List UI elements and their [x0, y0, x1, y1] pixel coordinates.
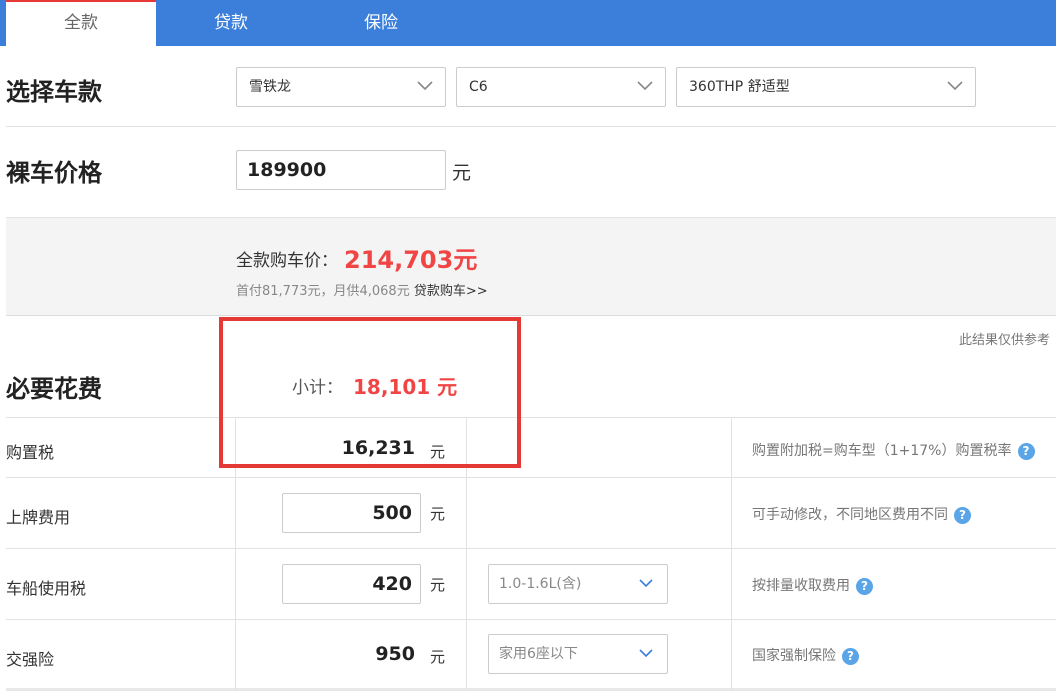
divider	[6, 619, 1056, 620]
loan-summary-text: 首付81,773元，月供4,068元	[236, 284, 410, 299]
compulsory-insurance-hint: 国家强制保险?	[752, 645, 859, 665]
column-divider	[235, 417, 236, 691]
vehicle-tax-hint-text: 按排量收取费用	[752, 578, 850, 594]
plate-fee-hint-text: 可手动修改，不同地区费用不同	[752, 507, 948, 523]
seat-count-select[interactable]: 家用6座以下	[488, 634, 668, 674]
tab-bar: 全款 贷款 保险	[0, 0, 1056, 46]
vehicle-tax-input[interactable]: 420	[282, 564, 421, 604]
bare-price-input[interactable]: 189900	[236, 150, 446, 190]
chevron-down-icon	[947, 81, 963, 91]
question-icon[interactable]: ?	[1017, 442, 1035, 460]
question-icon[interactable]: ?	[954, 506, 971, 524]
chevron-down-icon	[639, 649, 653, 658]
required-costs-title: 必要花费	[6, 375, 102, 403]
model-select-value: C6	[469, 79, 488, 95]
seat-count-value: 家用6座以下	[499, 646, 578, 662]
loan-summary: 首付81,773元，月供4,068元 贷款购车>>	[236, 280, 488, 299]
purchase-tax-value: 16,231	[341, 437, 415, 459]
tab-full-payment[interactable]: 全款	[6, 0, 156, 46]
divider	[6, 477, 1056, 478]
full-price-value: 214,703元	[344, 246, 478, 274]
divider	[6, 417, 1056, 418]
subtotal-label: 小计：	[292, 378, 343, 398]
model-select[interactable]: C6	[456, 67, 666, 107]
disclaimer-note: 此结果仅供参考	[958, 333, 1050, 348]
bare-price-unit: 元	[452, 162, 472, 184]
vehicle-tax-hint: 按排量收取费用?	[752, 575, 873, 595]
engine-displacement-select[interactable]: 1.0-1.6L(含)	[488, 564, 668, 604]
compulsory-insurance-value: 950	[375, 643, 415, 665]
chevron-down-icon	[639, 579, 653, 588]
select-car-title: 选择车款	[6, 78, 102, 106]
tab-loan[interactable]: 贷款	[156, 0, 306, 46]
full-price-label: 全款购车价：	[236, 251, 338, 271]
trim-select[interactable]: 360THP 舒适型	[676, 67, 976, 107]
bare-price-title: 裸车价格	[6, 159, 102, 187]
engine-displacement-value: 1.0-1.6L(含)	[499, 576, 582, 592]
brand-select[interactable]: 雪铁龙	[236, 67, 446, 107]
subtotal-value: 18,101 元	[353, 375, 458, 399]
compulsory-insurance-unit: 元	[430, 648, 446, 666]
plate-fee-hint: 可手动修改，不同地区费用不同?	[752, 504, 971, 524]
plate-fee-label: 上牌费用	[6, 508, 71, 527]
column-divider	[466, 417, 467, 691]
compulsory-insurance-hint-text: 国家强制保险	[752, 648, 836, 664]
purchase-tax-hint-text: 购置附加税=购车型（1+17%）购置税率	[752, 443, 1012, 459]
loan-purchase-link[interactable]: 贷款购车>>	[414, 284, 488, 299]
divider	[6, 126, 1056, 127]
divider	[6, 548, 1056, 549]
purchase-tax-label: 购置税	[6, 443, 55, 462]
purchase-tax-unit: 元	[430, 443, 446, 461]
purchase-tax-hint: 购置附加税=购车型（1+17%）购置税率?	[752, 440, 1035, 460]
brand-select-value: 雪铁龙	[249, 79, 291, 95]
chevron-down-icon	[637, 81, 653, 91]
vehicle-tax-unit: 元	[430, 576, 446, 594]
question-icon[interactable]: ?	[842, 647, 859, 665]
column-divider	[731, 417, 732, 691]
question-icon[interactable]: ?	[856, 577, 873, 595]
plate-fee-input[interactable]: 500	[282, 493, 421, 533]
trim-select-value: 360THP 舒适型	[689, 79, 790, 95]
vehicle-tax-label: 车船使用税	[6, 579, 87, 598]
summary-panel: 全款购车价： 214,703元 首付81,773元，月供4,068元 贷款购车>…	[6, 217, 1056, 316]
tab-insurance[interactable]: 保险	[306, 0, 456, 46]
compulsory-insurance-label: 交强险	[6, 650, 55, 669]
divider	[6, 688, 1056, 691]
chevron-down-icon	[417, 81, 433, 91]
plate-fee-unit: 元	[430, 505, 446, 523]
